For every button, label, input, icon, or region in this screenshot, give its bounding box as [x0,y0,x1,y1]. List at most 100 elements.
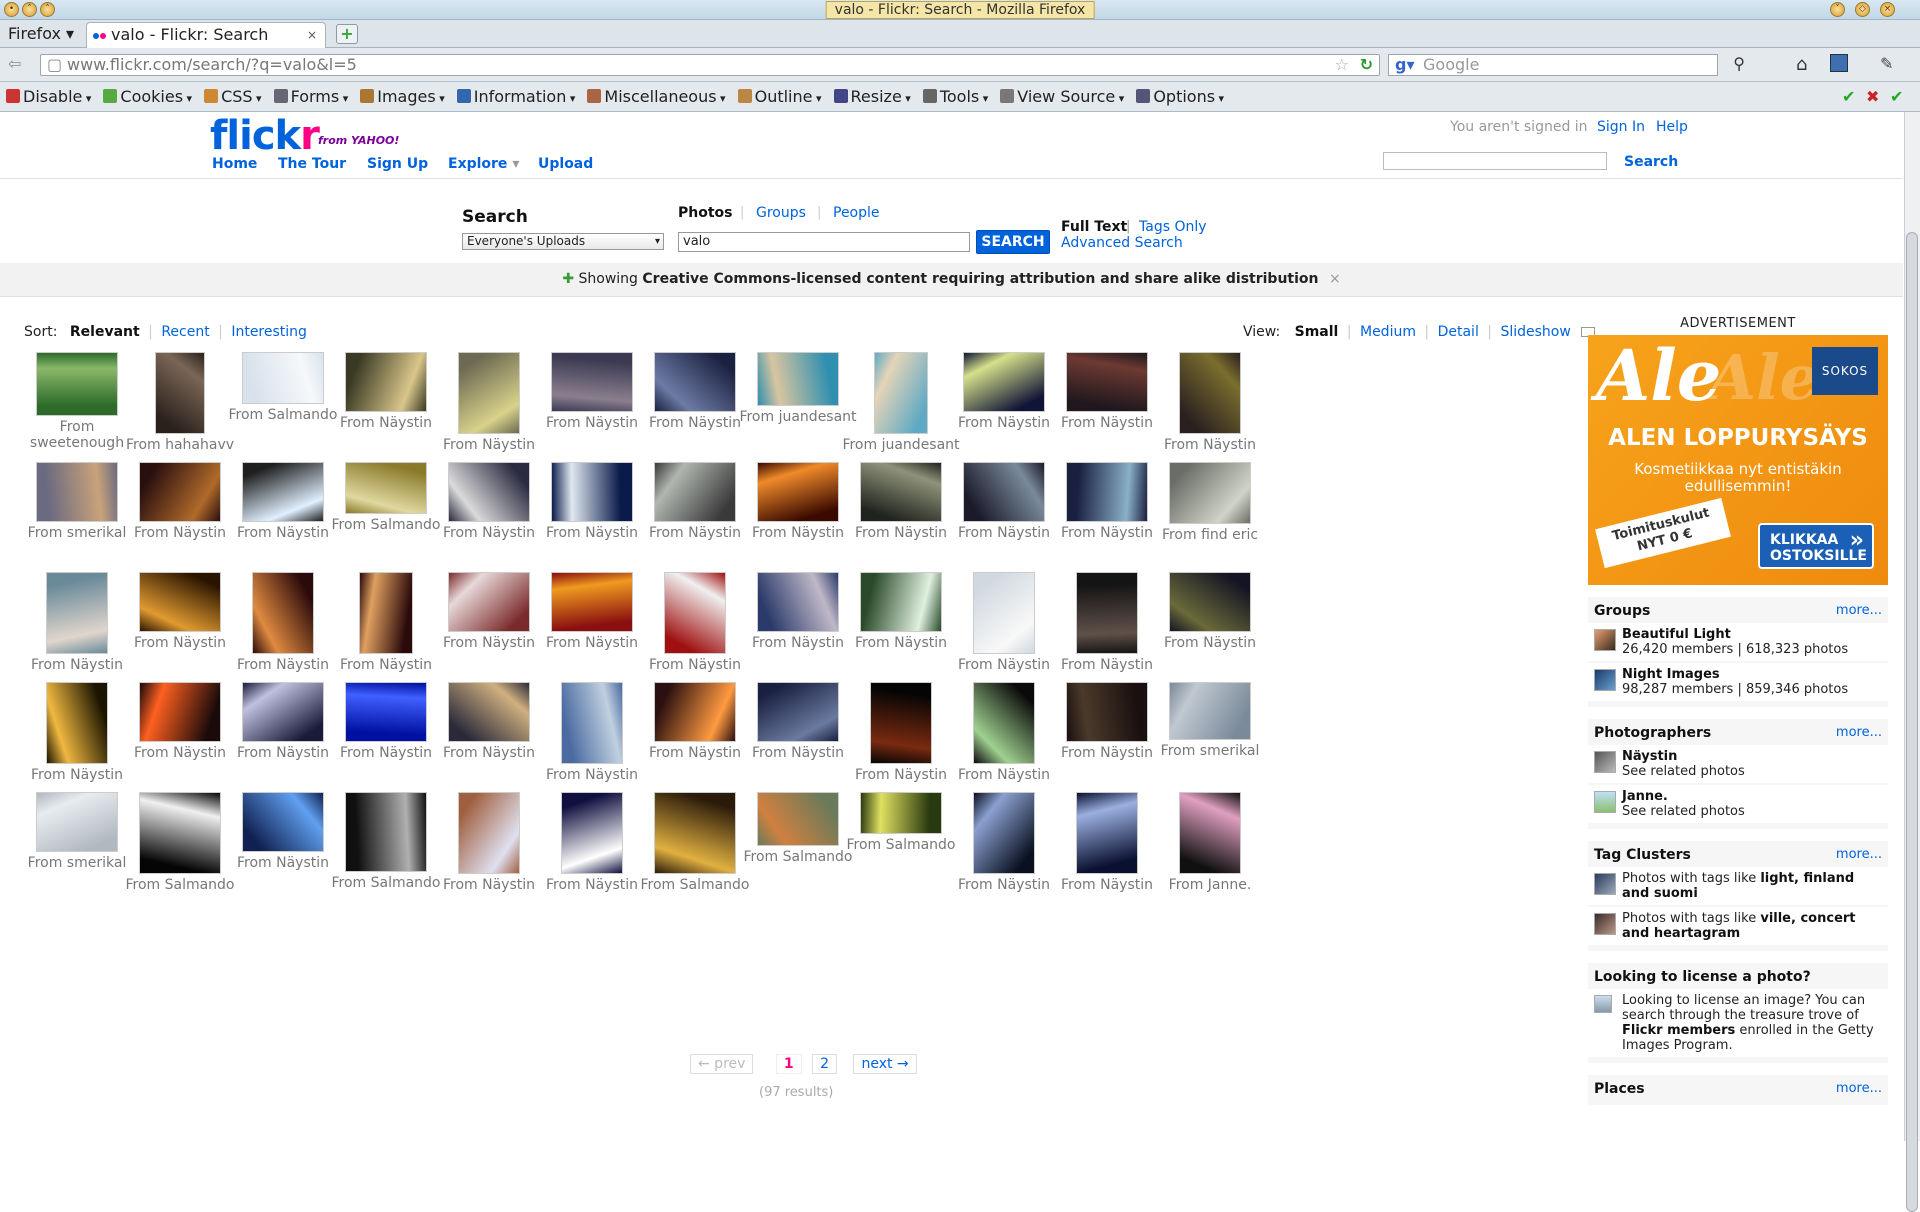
help-link[interactable]: Help [1656,119,1688,135]
photo-thumbnail[interactable] [448,462,530,522]
sign-in-link[interactable]: Sign In [1597,119,1645,135]
photo-thumbnail[interactable] [1076,572,1138,654]
photo-thumbnail[interactable] [139,572,221,632]
google-icon[interactable]: g▾ [1395,55,1414,75]
photo-result[interactable]: From Näystin [1147,352,1273,453]
devbar-menu-4[interactable]: Images ▾ [354,82,445,114]
photo-thumbnail[interactable] [1169,462,1251,524]
photo-owner[interactable]: From Näystin [14,657,140,673]
devbar-menu-10[interactable]: View Source ▾ [994,82,1124,114]
page-scrollbar[interactable] [1904,112,1920,1212]
group-item[interactable]: Beautiful Light 26,420 members | 618,323 … [1588,623,1888,661]
sort-recent[interactable]: Recent [161,324,209,340]
search-button[interactable]: SEARCH [976,230,1050,254]
photo-owner[interactable]: From Näystin [941,767,1067,783]
devbar-menu-8[interactable]: Resize ▾ [828,82,911,114]
header-search-button[interactable]: Search [1624,154,1678,170]
flickr-logo[interactable]: flickr [210,116,320,156]
window-shade-icon[interactable]: ˄ [40,2,55,17]
devbar-menu-5[interactable]: Information ▾ [451,82,575,114]
nav-the-tour[interactable]: The Tour [278,156,346,172]
photo-thumbnail[interactable] [1066,462,1148,522]
tab-groups[interactable]: Groups [756,205,806,221]
window-menu-icon[interactable]: • [4,2,19,17]
photo-result[interactable]: From Janne. [1147,792,1273,893]
photo-owner[interactable]: From smerikal [1147,743,1273,759]
photographer-item[interactable]: Janne. See related photos [1588,785,1888,823]
photo-thumbnail[interactable] [973,682,1035,764]
photo-owner[interactable]: From Näystin [1147,437,1273,453]
nav-home[interactable]: Home [212,156,257,172]
devbar-menu-2[interactable]: CSS ▾ [198,82,262,114]
tools-icon[interactable]: ✎ [1880,54,1893,73]
tags-only-option[interactable]: Tags Only [1139,219,1207,235]
close-icon[interactable]: × [1329,271,1341,287]
error-icon[interactable]: ✖ [1866,82,1879,112]
photo-thumbnail[interactable] [654,352,736,412]
ad-cta-button[interactable]: KLIKKAA OSTOKSILLE» [1758,523,1874,569]
header-search-input[interactable] [1383,152,1607,170]
photo-thumbnail[interactable] [1066,682,1148,742]
photo-thumbnail[interactable] [36,792,118,852]
nav-sign-up[interactable]: Sign Up [367,156,428,172]
view-slideshow[interactable]: Slideshow [1500,324,1570,340]
photo-thumbnail[interactable] [36,352,118,416]
new-tab-button[interactable]: + [336,24,358,44]
photo-thumbnail[interactable] [973,792,1035,874]
photo-owner[interactable]: From juandesant [838,437,964,453]
addon-icon[interactable] [1830,54,1848,72]
photo-thumbnail[interactable] [448,682,530,742]
minimize-icon[interactable]: ˅ [1830,2,1845,17]
site-identity-icon[interactable]: ▢ [47,55,62,75]
photo-thumbnail[interactable] [1066,352,1148,412]
view-small[interactable]: Small [1295,324,1339,340]
photo-thumbnail[interactable] [1169,572,1251,632]
photo-thumbnail[interactable] [860,792,942,834]
search-input[interactable]: valo [678,232,970,252]
photo-thumbnail[interactable] [561,792,623,874]
photo-thumbnail[interactable] [46,682,108,764]
reload-icon[interactable]: ↻ [1360,55,1373,75]
home-icon[interactable]: ⌂ [1796,54,1807,75]
photo-thumbnail[interactable] [664,572,726,654]
photo-thumbnail[interactable] [757,682,839,742]
photo-thumbnail[interactable] [139,462,221,522]
photo-thumbnail[interactable] [345,792,427,872]
photo-thumbnail[interactable] [242,352,324,404]
photo-thumbnail[interactable] [242,792,324,852]
photo-thumbnail[interactable] [242,682,324,742]
photographers-more-link[interactable]: more... [1836,723,1882,743]
photo-result[interactable]: From find eric [1147,462,1273,543]
groups-more-link[interactable]: more... [1836,601,1882,621]
photo-thumbnail[interactable] [139,682,221,742]
photo-thumbnail[interactable] [1169,682,1251,740]
photo-thumbnail[interactable] [860,572,942,632]
binoculars-icon[interactable]: ⚲ [1733,54,1745,74]
photo-thumbnail[interactable] [757,572,839,632]
photo-result[interactable]: From smerikal [1147,682,1273,759]
photo-owner[interactable]: From find eric [1147,527,1273,543]
photo-thumbnail[interactable] [757,462,839,522]
photo-owner[interactable]: From Näystin [14,767,140,783]
scrollbar-thumb[interactable] [1906,232,1918,1212]
nav-explore[interactable]: Explore ▾ [448,156,519,172]
photo-thumbnail[interactable] [654,462,736,522]
maximize-icon[interactable]: ◇ [1855,2,1870,17]
tag-cluster-item[interactable]: Photos with tags like light, finland and… [1588,867,1888,905]
window-up-icon[interactable]: ˄ [22,2,37,17]
devbar-menu-6[interactable]: Miscellaneous ▾ [581,82,726,114]
url-bar[interactable]: ▢ www.flickr.com/search/?q=valo&l=5 ☆ ↻ [40,54,1380,76]
bookmark-star-icon[interactable]: ☆ [1335,55,1349,75]
view-medium[interactable]: Medium [1360,324,1416,340]
photo-thumbnail[interactable] [448,572,530,632]
devbar-menu-7[interactable]: Outline ▾ [732,82,822,114]
page-2[interactable]: 2 [812,1054,837,1074]
photo-thumbnail[interactable] [155,352,205,434]
photo-thumbnail[interactable] [1179,352,1241,434]
scope-select[interactable]: Everyone's Uploads ▾ [462,233,664,250]
advertisement-banner[interactable]: Ale Ale SOKOS ALEN LOPPURYSÄYS Kosmetiik… [1588,335,1888,585]
photo-thumbnail[interactable] [1179,792,1241,874]
photo-owner[interactable]: From Salmando [117,877,243,893]
back-icon[interactable]: ⇦ [8,54,21,73]
photo-thumbnail[interactable] [870,682,932,764]
